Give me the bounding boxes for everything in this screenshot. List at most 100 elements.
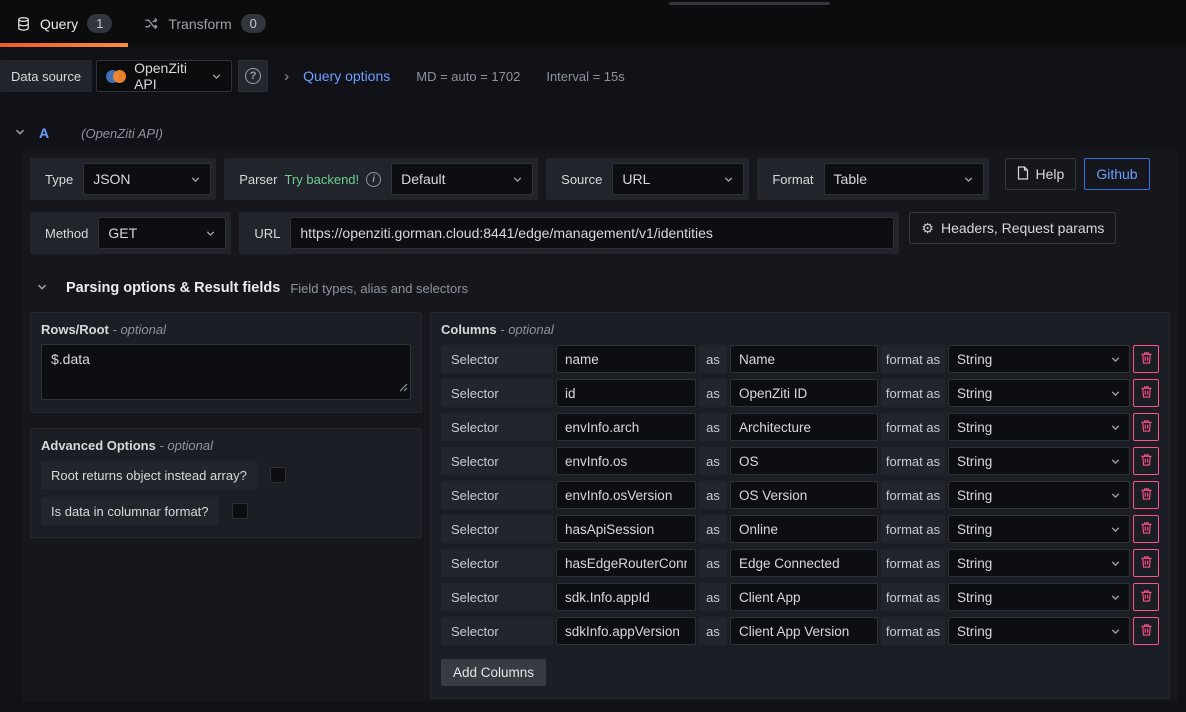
parsing-options-content: Rows/Root - optional $.data Advanced Opt…: [30, 312, 1170, 699]
add-columns-button[interactable]: Add Columns: [441, 659, 546, 686]
selector-input[interactable]: [556, 481, 696, 509]
delete-column-button[interactable]: [1133, 515, 1159, 543]
chevron-down-icon: [1110, 422, 1121, 433]
delete-column-button[interactable]: [1133, 345, 1159, 373]
alias-input[interactable]: [730, 345, 878, 373]
column-format-select[interactable]: String: [948, 413, 1130, 441]
delete-column-button[interactable]: [1133, 413, 1159, 441]
collapse-chevron-icon[interactable]: [14, 126, 26, 141]
rows-root-input[interactable]: $.data: [41, 344, 411, 400]
format-as-label: format as: [881, 549, 945, 577]
advanced-options-panel: Advanced Options - optional Root returns…: [30, 428, 422, 538]
selector-input[interactable]: [556, 413, 696, 441]
chevron-down-icon: [723, 174, 734, 185]
method-select[interactable]: GET: [98, 217, 226, 249]
delete-column-button[interactable]: [1133, 583, 1159, 611]
column-format-select[interactable]: String: [948, 345, 1130, 373]
selector-input[interactable]: [556, 379, 696, 407]
pane-resize-handle[interactable]: [669, 2, 830, 5]
collapse-chevron-icon[interactable]: [36, 281, 48, 296]
column-format-select[interactable]: String: [948, 481, 1130, 509]
delete-column-button[interactable]: [1133, 481, 1159, 509]
parsing-options-header[interactable]: Parsing options & Result fields Field ty…: [36, 280, 1170, 296]
alias-input[interactable]: [730, 515, 878, 543]
query-ref-id: A: [39, 125, 49, 141]
columns-optional-hint: - optional: [500, 322, 553, 337]
query-row-header[interactable]: A (OpenZiti API): [0, 118, 1186, 148]
advanced-option-checkbox[interactable]: [232, 503, 248, 519]
parsing-options-subtitle: Field types, alias and selectors: [290, 281, 468, 296]
delete-column-button[interactable]: [1133, 617, 1159, 645]
alias-input[interactable]: [730, 481, 878, 509]
headers-request-params-button[interactable]: ⚙ Headers, Request params: [909, 212, 1116, 244]
query-editor-body: Type JSON Parser Try backend! i Default: [22, 150, 1178, 701]
column-format-select[interactable]: String: [948, 583, 1130, 611]
column-row: Selector as format as String: [441, 481, 1159, 509]
selector-input[interactable]: [556, 345, 696, 373]
parser-label: Parser: [239, 172, 277, 187]
selector-label: Selector: [441, 447, 553, 475]
chevron-down-icon: [205, 228, 216, 239]
type-label: Type: [35, 163, 83, 195]
column-row: Selector as format as String: [441, 583, 1159, 611]
selector-input[interactable]: [556, 617, 696, 645]
selector-input[interactable]: [556, 583, 696, 611]
url-label: URL: [244, 217, 290, 249]
alias-input[interactable]: [730, 549, 878, 577]
chevron-down-icon: [1110, 524, 1121, 535]
alias-input[interactable]: [730, 617, 878, 645]
trash-icon: [1140, 521, 1153, 538]
delete-column-button[interactable]: [1133, 379, 1159, 407]
format-as-label: format as: [881, 447, 945, 475]
alias-input[interactable]: [730, 413, 878, 441]
format-as-label: format as: [881, 617, 945, 645]
tab-transform[interactable]: Transform 0: [128, 0, 282, 47]
column-row: Selector as format as String: [441, 345, 1159, 373]
advanced-option-label: Root returns object instead array?: [41, 461, 257, 489]
datasource-name: OpenZiti API: [134, 60, 203, 92]
alias-input[interactable]: [730, 583, 878, 611]
selector-input[interactable]: [556, 515, 696, 543]
column-format-select[interactable]: String: [948, 447, 1130, 475]
column-row: Selector as format as String: [441, 515, 1159, 543]
selector-input[interactable]: [556, 447, 696, 475]
column-format-select[interactable]: String: [948, 549, 1130, 577]
as-label: as: [699, 617, 727, 645]
datasource-picker[interactable]: OpenZiti API: [96, 60, 232, 92]
delete-column-button[interactable]: [1133, 447, 1159, 475]
column-format-value: String: [957, 386, 992, 401]
delete-column-button[interactable]: [1133, 549, 1159, 577]
selector-label: Selector: [441, 617, 553, 645]
github-button[interactable]: Github: [1084, 158, 1149, 190]
column-format-select[interactable]: String: [948, 617, 1130, 645]
help-button[interactable]: Help: [1005, 158, 1077, 190]
selector-label: Selector: [441, 379, 553, 407]
datasource-help-button[interactable]: ?: [238, 60, 268, 92]
column-format-select[interactable]: String: [948, 515, 1130, 543]
alias-input[interactable]: [730, 447, 878, 475]
format-as-label: format as: [881, 481, 945, 509]
url-field-group: URL: [239, 212, 899, 254]
column-row: Selector as format as String: [441, 379, 1159, 407]
parser-select[interactable]: Default: [391, 163, 533, 195]
column-format-value: String: [957, 556, 992, 571]
selector-input[interactable]: [556, 549, 696, 577]
alias-input[interactable]: [730, 379, 878, 407]
column-format-select[interactable]: String: [948, 379, 1130, 407]
format-select[interactable]: Table: [824, 163, 984, 195]
tab-query[interactable]: Query 1: [0, 0, 128, 47]
query-options-link[interactable]: Query options: [303, 68, 390, 84]
columns-panel: Columns - optional Selector as format as…: [430, 312, 1170, 699]
active-tab-underline: [0, 43, 128, 47]
selector-label: Selector: [441, 481, 553, 509]
advanced-option-row: Is data in columnar format?: [41, 497, 411, 525]
gear-icon: ⚙: [921, 221, 934, 235]
advanced-option-label: Is data in columnar format?: [41, 497, 219, 525]
advanced-option-checkbox[interactable]: [270, 467, 286, 483]
as-label: as: [699, 379, 727, 407]
url-input[interactable]: [290, 217, 894, 249]
column-row: Selector as format as String: [441, 413, 1159, 441]
chevron-down-icon: [1110, 354, 1121, 365]
type-select[interactable]: JSON: [83, 163, 211, 195]
source-select[interactable]: URL: [612, 163, 744, 195]
